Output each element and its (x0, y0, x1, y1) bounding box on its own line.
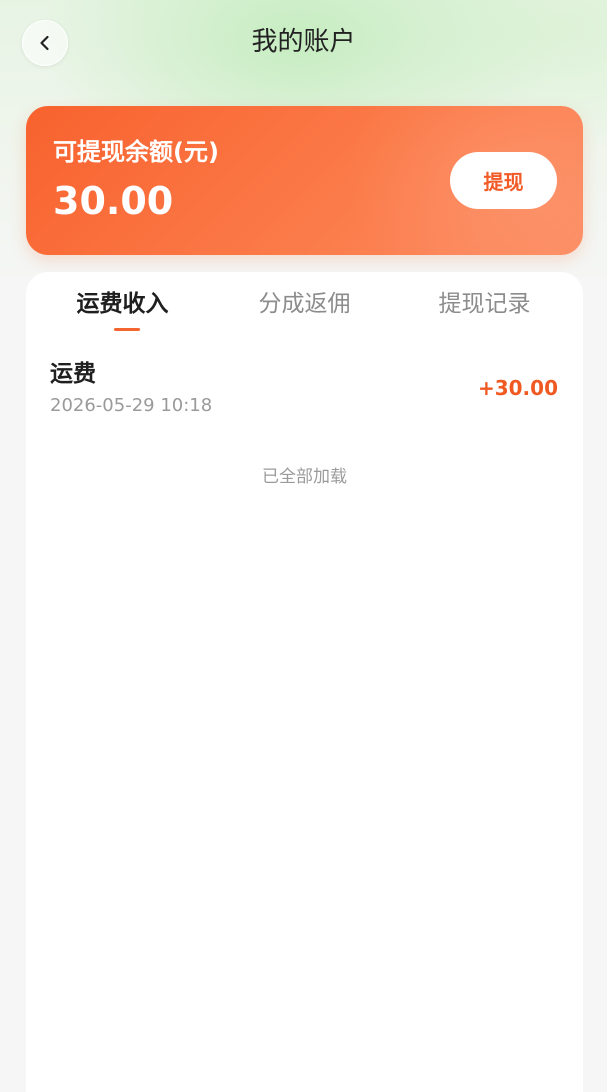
active-tab-indicator (114, 328, 140, 331)
all-loaded-text: 已全部加载 (262, 467, 347, 487)
page-title: 我的账户 (251, 27, 356, 57)
record-amount: +30.00 (477, 376, 558, 400)
balance-card: 可提现余额(元) 30.00 提现 (26, 106, 583, 255)
withdraw-button[interactable]: 提现 (450, 152, 557, 209)
list-item[interactable]: 运费 2026-05-29 10:18 +30.00 (26, 352, 583, 422)
tab-withdraw-records[interactable]: 提现记录 (392, 286, 577, 322)
tab-label: 分成返佣 (258, 291, 351, 317)
content-panel: 运费收入 分成返佣 提现记录 运费 2026-05-29 10:18 +30.0… (26, 272, 583, 1092)
balance-amount: 30.00 (53, 179, 174, 223)
record-title: 运费 (50, 361, 96, 387)
balance-label: 可提现余额(元) (53, 138, 219, 166)
record-time: 2026-05-29 10:18 (50, 395, 213, 416)
tab-commission-rebate[interactable]: 分成返佣 (212, 286, 397, 322)
tab-freight-income[interactable]: 运费收入 (30, 286, 215, 331)
tab-label: 提现记录 (438, 291, 531, 317)
tab-label: 运费收入 (76, 291, 169, 317)
